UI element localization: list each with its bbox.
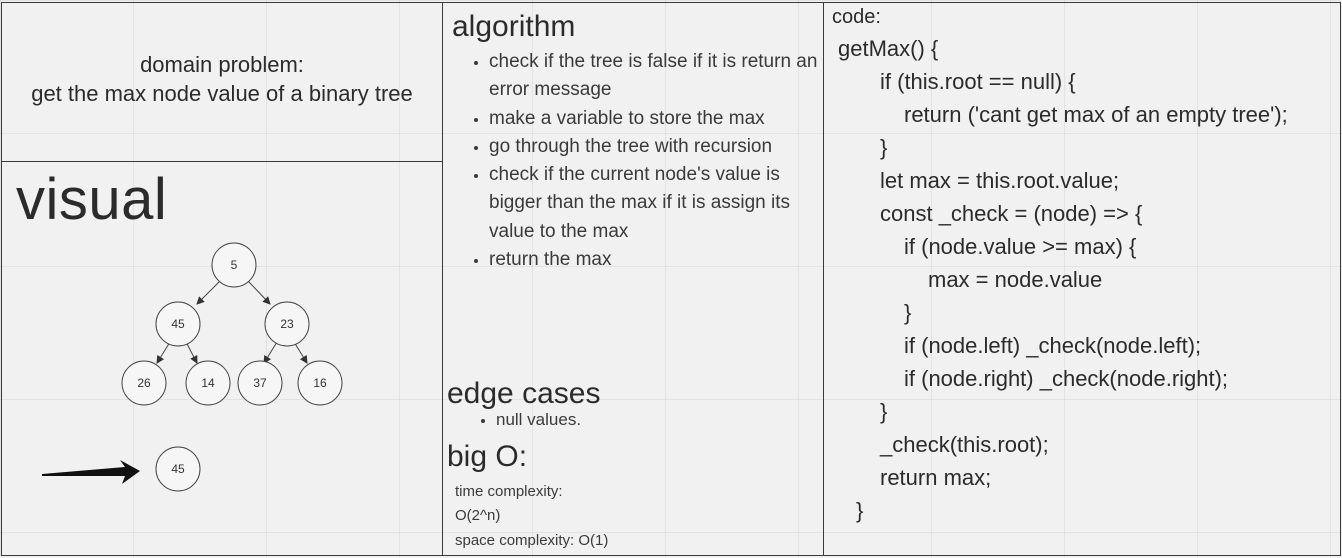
code-line-7: if (node.value >= max) { [904,234,1137,259]
code-line-6: const _check = (node) => { [880,201,1143,226]
edge-45-14 [185,341,198,364]
algorithm-step: make a variable to store the max [489,105,819,133]
whiteboard-canvas: domain problem: get the max node value o… [0,0,1342,558]
node-label-root: 5 [231,258,238,272]
algorithm-step: go through the tree with recursion [489,133,819,161]
tree-node-left: 45 [155,301,201,347]
code-line-1: getMax() { [838,36,939,61]
big-o-title: big O: [447,440,528,473]
tree-node-right-left: 37 [237,360,283,406]
code-line-10: if (node.left) _check(node.left); [904,333,1202,358]
tree-node-left-right: 14 [185,360,231,406]
edge-23-37 [263,341,278,364]
tree-node-left-left: 26 [121,360,167,406]
result-arrow-icon [42,460,140,484]
edge-23-16 [293,341,308,364]
node-label-left-left: 26 [137,376,151,390]
edge-cases-list: null values. [470,409,581,431]
code-line-3: return ('cant get max of an empty tree')… [904,102,1288,127]
node-label-left-right: 14 [201,376,215,390]
edge-5-45 [196,280,221,305]
space-complexity: space complexity: O(1) [455,532,609,549]
algorithm-step: check if the tree is false if it is retu… [489,48,819,105]
code-line-4: } [880,135,888,160]
edge-case-item: null values. [496,409,581,431]
algorithm-steps-list: check if the tree is false if it is retu… [462,48,819,274]
code-line-14: return max; [880,465,992,490]
edge-45-26 [156,341,171,364]
tree-node-right: 23 [264,301,310,347]
code-line-2: if (this.root == null) { [880,69,1076,94]
algorithm-step: check if the current node's value is big… [489,161,819,246]
code-label: code: [832,6,881,28]
algorithm-step: return the max [489,246,819,274]
algorithm-title: algorithm [452,10,576,43]
node-label-left: 45 [171,317,185,331]
code-line-8: max = node.value [928,267,1103,292]
edge-cases-title: edge cases [447,377,601,410]
tree-node-root: 5 [211,242,257,288]
time-complexity-label: time complexity: [455,483,563,500]
edge-5-23 [247,280,271,305]
node-label-right-right: 16 [313,376,327,390]
code-line-13: _check(this.root); [880,432,1049,457]
code-line-12: } [880,399,888,424]
code-line-15: } [856,498,864,523]
code-line-11: if (node.right) _check(node.right); [904,366,1229,391]
tree-node-right-right: 16 [297,360,343,406]
result-node-label: 45 [171,462,185,476]
node-label-right-left: 37 [253,376,267,390]
time-complexity-value: O(2^n) [455,507,501,524]
result-node: 45 [155,446,201,492]
code-line-9: } [904,300,912,325]
node-label-right: 23 [280,317,294,331]
code-line-5: let max = this.root.value; [880,168,1120,193]
